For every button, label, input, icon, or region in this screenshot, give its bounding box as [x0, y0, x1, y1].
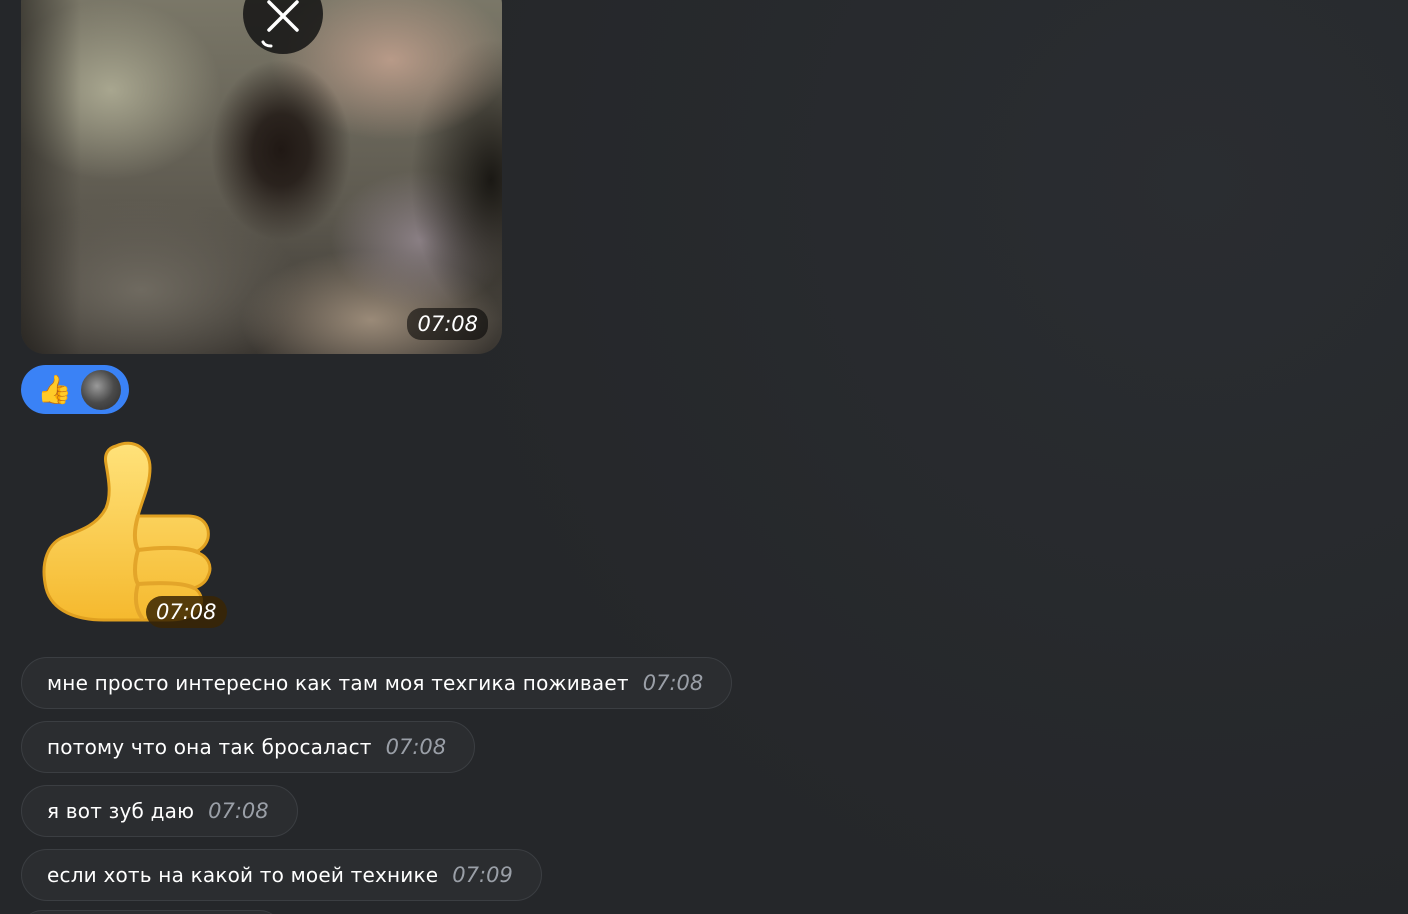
message-text: потому что она так бросаласт [47, 735, 372, 759]
message-bubble[interactable]: я вот зуб даю 07:08 [21, 785, 298, 837]
thumbs-up-icon: 👍 [37, 372, 72, 406]
message-bubble-partial[interactable] [21, 910, 281, 914]
chat-view: 07:08 👍 07:08 мне просто интересно как т… [0, 0, 1408, 914]
message-text: если хоть на какой то моей технике [47, 863, 439, 887]
message-time: 07:08 [146, 596, 227, 628]
close-icon [261, 0, 299, 48]
message-bubble[interactable]: потому что она так бросаласт 07:08 [21, 721, 476, 773]
message-time: 07:09 [452, 863, 513, 887]
message-bubble[interactable]: мне просто интересно как там моя техгика… [21, 657, 733, 709]
message-time: 07:08 [385, 735, 447, 759]
cancel-download-button[interactable] [243, 0, 323, 54]
thumbs-up-icon [42, 441, 212, 622]
message-text: я вот зуб даю [47, 799, 195, 823]
message-time: 07:08 [642, 671, 704, 695]
avatar [81, 370, 121, 410]
reaction-chip[interactable]: 👍 [21, 365, 129, 414]
message-time: 07:08 [407, 308, 488, 340]
message-bubble[interactable]: если хоть на какой то моей технике 07:09 [21, 849, 542, 901]
media-message[interactable]: 07:08 [21, 0, 502, 354]
message-text: мне просто интересно как там моя техгика… [47, 671, 629, 695]
media-shade [21, 0, 81, 354]
message-time: 07:08 [208, 799, 269, 823]
